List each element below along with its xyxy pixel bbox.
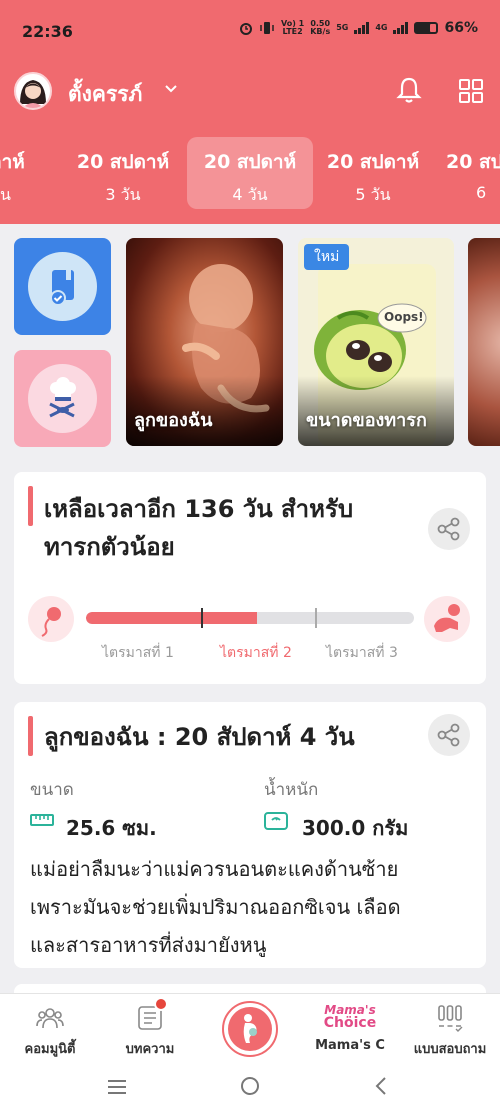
alarm-icon	[239, 23, 252, 35]
vibrate-icon	[260, 22, 274, 34]
signal-icon	[354, 22, 370, 34]
status-icons: Vo) 1 LTE2 0.50 KB/s 5G 4G 66%	[239, 20, 478, 36]
week-tab[interactable]: 20 สปดาห์ 3 วัน	[60, 137, 186, 209]
share-button[interactable]	[428, 508, 470, 550]
chef-hat-icon	[28, 364, 97, 433]
nav-articles-label: บทความ	[125, 1042, 175, 1057]
status-time: 22:36	[22, 22, 73, 41]
share-button[interactable]	[428, 714, 470, 756]
trimester-marker-1	[201, 608, 203, 628]
size-label: ขนาด	[30, 780, 74, 800]
share-icon	[437, 723, 460, 747]
week-selector: ปดาห์ วัน 20 สปดาห์ 3 วัน 20 สปดาห์ 4 วั…	[0, 137, 500, 209]
day-label: 3 วัน	[105, 185, 141, 204]
week-tab[interactable]: ปดาห์ วัน	[0, 137, 64, 209]
weight-label: น้ำหนัก	[264, 780, 319, 800]
community-icon	[36, 1008, 64, 1029]
day-label: 6	[476, 183, 487, 202]
trimester-1-label: ไตรมาสที่ 1	[102, 645, 174, 661]
baby-tip-text: แม่อย่าลืมนะว่าแม่ควรนอนตะแคงด้านซ้าย เพ…	[30, 850, 470, 964]
baby-size-label: ขนาดของทารก	[306, 410, 427, 431]
countdown-title-line2: ทารกตัวน้อย	[44, 533, 175, 561]
title-accent	[28, 486, 33, 526]
baby-info-title: ลูกของฉัน : 20 สัปดาห์ 4 วัน	[44, 723, 355, 751]
week-label: ปดาห์	[0, 151, 25, 173]
new-badge: ใหม่	[304, 244, 350, 270]
nav-community[interactable]: คอมมูนิตี้	[0, 994, 100, 1064]
mamas-logo-line2: Chöice	[323, 1015, 377, 1031]
signal-icon-2	[393, 22, 409, 34]
home-icon[interactable]	[239, 1075, 261, 1097]
notification-dot	[154, 997, 168, 1011]
avatar-icon	[20, 80, 46, 108]
crawling-baby-icon	[424, 596, 470, 642]
week-tab-selected[interactable]: 20 สปดาห์ 4 วัน	[187, 137, 313, 209]
battery-icon	[414, 22, 439, 34]
nav-mamas-label: Mama's C	[315, 1038, 385, 1053]
trimester-3-label: ไตรมาสที่ 3	[326, 645, 398, 661]
week-label: 20 สป	[446, 151, 500, 173]
week-tab[interactable]: 20 สปดาห์ 5 วัน	[310, 137, 436, 209]
volte-line2: LTE2	[282, 27, 303, 36]
oops-text: Oops!	[384, 310, 424, 324]
countdown-card: เหลือเวลาอีก 136 วัน สำหรับ ทารกตัวน้อย …	[14, 472, 486, 684]
pregnant-mother-icon	[228, 1007, 272, 1051]
tool-tile-book[interactable]	[14, 238, 111, 335]
trimester-marker-2	[315, 608, 317, 628]
week-label: 20 สปดาห์	[76, 151, 170, 173]
back-icon[interactable]	[374, 1076, 388, 1096]
system-navigation-bar	[0, 1063, 500, 1111]
tool-tile-food[interactable]	[14, 350, 111, 447]
trimester-2-label: ไตรมาสที่ 2	[220, 645, 292, 661]
week-label: 20 สปดาห์	[326, 151, 420, 173]
day-label: 5 วัน	[355, 185, 391, 204]
battery-percent: 66%	[444, 20, 478, 36]
nav-survey[interactable]: แบบสอบถาม	[400, 994, 500, 1064]
avatar[interactable]	[14, 72, 52, 110]
survey-icon	[438, 1005, 463, 1032]
scale-icon	[264, 812, 288, 830]
sperm-icon	[28, 596, 74, 642]
nav-survey-label: แบบสอบถาม	[413, 1042, 487, 1057]
status-bar: 22:36 Vo) 1 LTE2 0.50 KB/s 5G 4G 66%	[0, 0, 500, 60]
weight-value: 300.0 กรัม	[302, 816, 409, 840]
tip-line-2: เพราะมันจะช่วยเพิ่มปริมาณออกซิเจน เลือด	[30, 895, 401, 919]
bell-icon[interactable]	[396, 76, 422, 104]
net-4g-label: 4G	[375, 23, 388, 32]
grid-menu-icon[interactable]	[458, 78, 484, 104]
size-value: 25.6 ซม.	[66, 816, 157, 840]
baby-info-card: ลูกของฉัน : 20 สัปดาห์ 4 วัน ขนาด 25.6 ซ…	[14, 702, 486, 968]
nav-articles[interactable]: บทความ	[100, 994, 200, 1064]
book-icon	[28, 252, 97, 321]
pregnancy-home-button[interactable]	[222, 1001, 278, 1057]
speed-indicator: 0.50 KB/s	[310, 20, 330, 36]
next-card-partial[interactable]	[468, 238, 500, 446]
recent-apps-icon[interactable]	[106, 1079, 128, 1095]
week-tab[interactable]: 20 สป 6	[436, 137, 500, 209]
countdown-title: เหลือเวลาอีก 136 วัน สำหรับ ทารกตัวน้อย	[44, 490, 353, 566]
tip-line-3: และสารอาหารที่ส่งมายังหนู	[30, 933, 267, 957]
day-label: 4 วัน	[232, 185, 268, 204]
my-baby-card[interactable]: ลูกของฉัน	[126, 238, 283, 446]
volte-indicator: Vo) 1 LTE2	[281, 20, 304, 36]
net-5g-label: 5G	[336, 23, 349, 32]
baby-size-card[interactable]: Oops! ใหม่ ขนาดของทารก	[298, 238, 454, 446]
share-icon	[437, 517, 460, 541]
countdown-title-line1: เหลือเวลาอีก 136 วัน สำหรับ	[44, 495, 354, 523]
my-baby-label: ลูกของฉัน	[134, 410, 213, 431]
profile-name[interactable]: ตั้งครรภ์	[68, 78, 142, 111]
pregnancy-progress-fill	[86, 612, 257, 624]
mamas-choice-logo: Mama's Chöice	[318, 1004, 382, 1031]
tip-line-1: แม่อย่าลืมนะว่าแม่ควรนอนตะแคงด้านซ้าย	[30, 857, 399, 881]
day-label: วัน	[0, 185, 11, 204]
nav-community-label: คอมมูนิตี้	[24, 1042, 76, 1057]
pregnancy-progress-bar	[86, 612, 414, 624]
title-accent	[28, 716, 33, 756]
chevron-down-icon[interactable]	[164, 82, 178, 96]
ruler-icon	[30, 814, 54, 826]
speed-line2: KB/s	[310, 27, 331, 36]
week-label: 20 สปดาห์	[203, 151, 297, 173]
